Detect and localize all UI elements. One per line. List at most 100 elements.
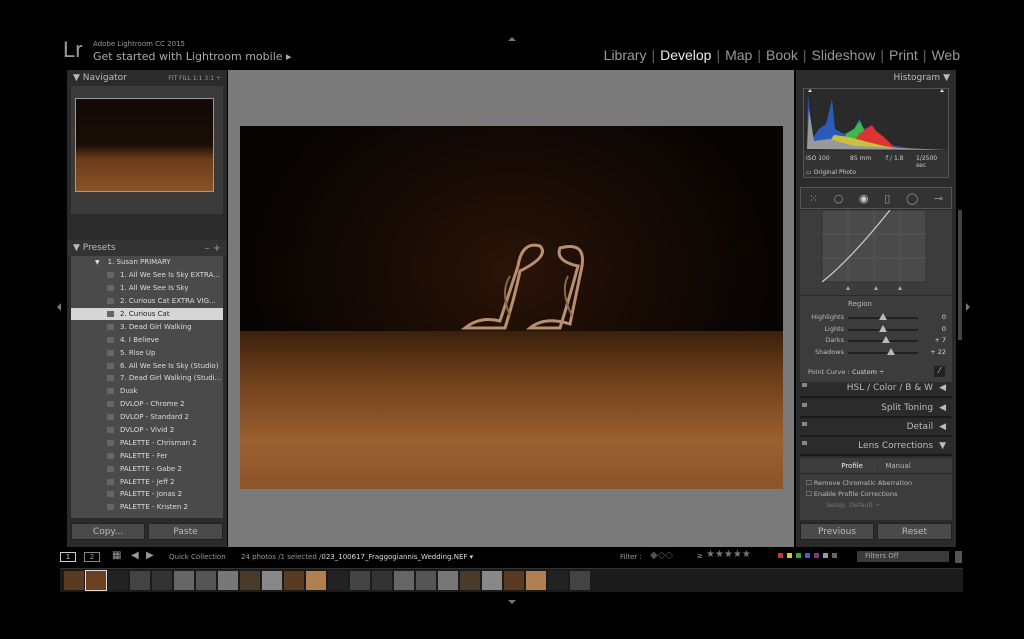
target-adjust-icon[interactable]: ⁄: [934, 366, 945, 377]
slider-value[interactable]: 0: [942, 313, 946, 321]
module-develop[interactable]: Develop: [655, 47, 716, 63]
rating-filter[interactable]: ★★★★★: [706, 549, 751, 560]
section-header[interactable]: Split Toning ◀: [800, 400, 952, 418]
panel-switch-icon[interactable]: [802, 441, 807, 445]
tone-curve[interactable]: [800, 209, 952, 295]
preset-item[interactable]: 5. Rise Up: [71, 346, 223, 359]
filmstrip-thumbnail[interactable]: [284, 571, 304, 590]
mobile-prompt[interactable]: Get started with Lightroom mobile ▸: [93, 50, 292, 63]
filmstrip-thumbnail[interactable]: [570, 571, 590, 590]
section-header[interactable]: Lens Corrections ▼: [800, 438, 952, 456]
collapse-top-arrow-icon[interactable]: [508, 33, 516, 41]
reset-button[interactable]: Reset: [877, 523, 952, 540]
remove-chromatic-aberration-checkbox[interactable]: ☐ Remove Chromatic Aberration: [806, 478, 946, 489]
preset-folder[interactable]: ▼ 1. Susan PRIMARY: [71, 256, 223, 269]
panel-switch-icon[interactable]: [802, 383, 807, 387]
filter-lock-icon[interactable]: [955, 551, 962, 563]
preset-item[interactable]: PALETTE - Chrisman 2: [71, 436, 223, 449]
filmstrip-thumbnail[interactable]: [548, 571, 568, 590]
filters-select[interactable]: Filters Off: [857, 551, 949, 562]
filmstrip-thumbnail[interactable]: [85, 570, 107, 591]
filmstrip-thumbnail[interactable]: [262, 571, 282, 590]
module-web[interactable]: Web: [926, 47, 965, 63]
preset-item[interactable]: 3. Dead Girl Walking: [71, 320, 223, 333]
filmstrip-thumbnail[interactable]: [306, 571, 326, 590]
navigator-image[interactable]: [75, 98, 214, 192]
slider-highlights[interactable]: Highlights 0: [800, 312, 952, 323]
back-arrow-icon[interactable]: ◀: [131, 550, 139, 561]
preset-item[interactable]: 1. All We See Is Sky: [71, 282, 223, 295]
module-library[interactable]: Library: [599, 47, 652, 63]
filmstrip-thumbnail[interactable]: [504, 571, 524, 590]
source-label[interactable]: Quick Collection: [169, 553, 226, 561]
filmstrip-thumbnail[interactable]: [108, 571, 128, 590]
flag-filter-icons[interactable]: ◆◇◇: [650, 550, 673, 561]
filmstrip-thumbnail[interactable]: [394, 571, 414, 590]
preset-item[interactable]: 1. All We See Is Sky EXTRA...: [71, 269, 223, 282]
preset-item[interactable]: PALETTE - Kristen 2: [71, 501, 223, 514]
red-eye-icon[interactable]: ◉: [859, 192, 869, 205]
section-header[interactable]: Detail ◀: [800, 419, 952, 437]
color-label-filter[interactable]: [778, 553, 837, 558]
filmstrip-thumbnail[interactable]: [64, 571, 84, 590]
main-window-button[interactable]: 1: [60, 552, 76, 562]
preset-item[interactable]: DVLOP - Standard 2: [71, 411, 223, 424]
tone-curve-graph[interactable]: [800, 209, 952, 295]
slider-thumb[interactable]: [879, 324, 887, 332]
preset-item[interactable]: DVLOP - Vivid 2: [71, 424, 223, 437]
histogram[interactable]: ISO 100 85 mm f / 1.8 1/2500 sec ▭ Origi…: [803, 88, 949, 178]
setup-select[interactable]: Default ÷: [849, 501, 880, 509]
color-label-swatch[interactable]: [832, 553, 837, 558]
presets-add-remove[interactable]: – +: [204, 243, 221, 254]
graduated-filter-icon[interactable]: ▯: [884, 192, 890, 205]
preset-item[interactable]: PALETTE - Jeff 2: [71, 475, 223, 488]
copy-button[interactable]: Copy...: [71, 523, 145, 540]
color-label-swatch[interactable]: [823, 553, 828, 558]
slider-value[interactable]: 0: [942, 325, 946, 333]
presets-header[interactable]: ▼ Presets – +: [67, 240, 227, 256]
tab-profile[interactable]: Profile: [841, 462, 863, 473]
filmstrip-thumbnail[interactable]: [196, 571, 216, 590]
tab-manual[interactable]: Manual: [885, 462, 910, 473]
preset-item[interactable]: PALETTE - Jonas 2: [71, 488, 223, 501]
filename[interactable]: 023_100617_Fraggogiannis_Wedding.NEF ▾: [321, 553, 473, 561]
slider-value[interactable]: + 22: [930, 348, 946, 356]
preset-item[interactable]: 7. Dead Girl Walking (Studi...: [71, 372, 223, 385]
grid-icon[interactable]: ▦: [112, 550, 121, 561]
preset-item[interactable]: 4. I Believe: [71, 333, 223, 346]
crop-overlay-icon[interactable]: ⁙: [809, 192, 818, 205]
panel-switch-icon[interactable]: [802, 422, 807, 426]
navigator-zoom-options[interactable]: FIT FILL 1:1 3:1 ÷: [168, 75, 221, 82]
point-curve-select[interactable]: Custom ÷: [852, 368, 884, 376]
preset-item[interactable]: DVLOP - Chrome 2: [71, 398, 223, 411]
collapse-right-arrow-icon[interactable]: [966, 303, 974, 311]
preset-item[interactable]: PALETTE - Fer: [71, 449, 223, 462]
color-label-swatch[interactable]: [805, 553, 810, 558]
navigator-header[interactable]: ▼ Navigator FIT FILL 1:1 3:1 ÷: [67, 70, 227, 86]
color-label-swatch[interactable]: [787, 553, 792, 558]
spot-removal-icon[interactable]: ○: [834, 192, 844, 205]
filmstrip-thumbnail[interactable]: [372, 571, 392, 590]
slider-thumb[interactable]: [879, 313, 887, 320]
filmstrip-thumbnail[interactable]: [240, 571, 260, 590]
module-map[interactable]: Map: [720, 47, 757, 63]
slider-thumb[interactable]: [886, 347, 895, 355]
module-slideshow[interactable]: Slideshow: [807, 47, 881, 63]
filmstrip-thumbnail[interactable]: [328, 571, 348, 590]
filmstrip-thumbnail[interactable]: [130, 571, 150, 590]
preset-item[interactable]: 2. Curious Cat: [71, 307, 223, 321]
right-panel-scrollbar[interactable]: [958, 210, 962, 340]
filmstrip-thumbnail[interactable]: [416, 571, 436, 590]
preset-item[interactable]: 2. Curious Cat EXTRA VIG...: [71, 295, 223, 308]
color-label-swatch[interactable]: [778, 553, 783, 558]
module-book[interactable]: Book: [761, 47, 803, 63]
second-window-button[interactable]: 2: [84, 552, 100, 562]
module-print[interactable]: Print: [884, 47, 923, 63]
filmstrip-thumbnail[interactable]: [482, 571, 502, 590]
main-photo[interactable]: [240, 126, 783, 489]
slider-value[interactable]: + 7: [934, 336, 946, 344]
color-label-swatch[interactable]: [814, 553, 819, 558]
slider-lights[interactable]: Lights 0: [800, 324, 952, 335]
preset-item[interactable]: 6. All We See Is Sky (Studio): [71, 359, 223, 372]
slider-track[interactable]: [848, 351, 918, 354]
